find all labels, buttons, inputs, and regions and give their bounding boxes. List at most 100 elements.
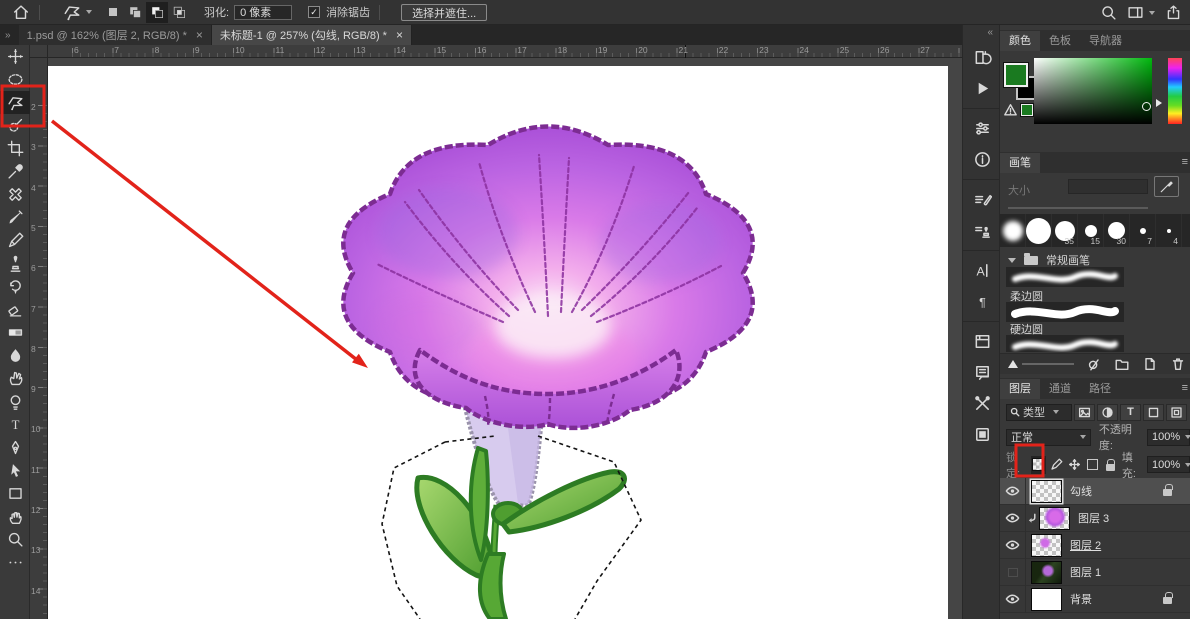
tab-layers[interactable]: 图层 bbox=[1000, 379, 1040, 399]
lasso-tool[interactable] bbox=[0, 91, 30, 114]
tab-paths[interactable]: 路径 bbox=[1080, 379, 1120, 399]
collapse-panels-chevron[interactable]: « bbox=[963, 25, 999, 42]
blend-mode-select[interactable]: 正常 bbox=[1006, 429, 1091, 446]
dodge-tool[interactable] bbox=[0, 390, 30, 413]
brush-preset[interactable]: 7 bbox=[1130, 214, 1156, 247]
layer-row-background[interactable]: 背景 bbox=[1000, 586, 1190, 613]
add-to-selection-button[interactable] bbox=[124, 2, 146, 23]
filter-type-layers-icon[interactable]: T bbox=[1120, 404, 1141, 421]
new-folder-icon[interactable] bbox=[1114, 356, 1130, 372]
current-tool-lasso-icon[interactable] bbox=[63, 3, 92, 21]
home-icon[interactable] bbox=[12, 3, 30, 21]
visibility-toggle[interactable] bbox=[1000, 505, 1026, 532]
vertical-ruler[interactable]: 234567891011121314 bbox=[30, 45, 48, 619]
eyedropper-tool[interactable] bbox=[0, 160, 30, 183]
new-brush-icon[interactable] bbox=[1142, 356, 1158, 372]
layer-thumbnail[interactable] bbox=[1031, 561, 1062, 584]
fill-select[interactable]: 100% bbox=[1147, 456, 1190, 473]
close-icon[interactable]: × bbox=[196, 28, 203, 42]
share-icon[interactable] bbox=[1165, 4, 1182, 21]
clone-source-icon[interactable] bbox=[963, 215, 1001, 246]
layer-thumbnail[interactable] bbox=[1031, 534, 1062, 557]
select-and-mask-button[interactable]: 选择并遮住... bbox=[401, 4, 487, 21]
learn-icon[interactable] bbox=[963, 419, 1001, 450]
eraser-tool[interactable] bbox=[0, 298, 30, 321]
brush-preset[interactable]: 15 bbox=[1078, 214, 1104, 247]
horizontal-ruler[interactable]: 6789101112131415161718192021222324252627 bbox=[48, 45, 962, 58]
history-brush-tool[interactable] bbox=[0, 275, 30, 298]
move-tool[interactable] bbox=[0, 45, 30, 68]
opacity-select[interactable]: 100% bbox=[1147, 429, 1190, 446]
hand-tool[interactable] bbox=[0, 505, 30, 528]
color-field-cursor[interactable] bbox=[1142, 102, 1151, 111]
visibility-toggle[interactable] bbox=[1000, 586, 1026, 613]
filter-shape-layers-icon[interactable] bbox=[1143, 404, 1164, 421]
layer-name[interactable]: 背景 bbox=[1070, 591, 1092, 607]
history-icon[interactable] bbox=[963, 42, 1001, 73]
layer-thumbnail[interactable] bbox=[1031, 480, 1062, 503]
workspace-switcher[interactable] bbox=[1127, 4, 1155, 21]
feather-input[interactable]: 0 像素 bbox=[234, 5, 292, 20]
gradient-tool[interactable] bbox=[0, 321, 30, 344]
intersect-selection-button[interactable] bbox=[168, 2, 190, 23]
panel-menu-icon[interactable]: ≡ bbox=[1182, 382, 1187, 394]
layer-name[interactable]: 图层 3 bbox=[1078, 510, 1109, 526]
size-slider-track[interactable] bbox=[1022, 363, 1074, 365]
visibility-toggle[interactable] bbox=[1000, 532, 1026, 559]
lock-transparent-pixels-button[interactable] bbox=[1031, 456, 1046, 474]
filter-pixel-layers-icon[interactable] bbox=[1074, 404, 1095, 421]
gamut-warning-icon[interactable] bbox=[1003, 103, 1018, 117]
delete-icon[interactable] bbox=[1170, 356, 1186, 372]
brush-size-input[interactable] bbox=[1068, 179, 1148, 194]
visibility-toggle-off[interactable] bbox=[1000, 559, 1026, 586]
brush-stroke-preview-button[interactable] bbox=[1154, 176, 1179, 197]
filter-smart-objects-icon[interactable] bbox=[1166, 404, 1187, 421]
brush-preset[interactable]: 35 bbox=[1052, 214, 1078, 247]
search-icon[interactable] bbox=[1100, 4, 1117, 21]
tab-channels[interactable]: 通道 bbox=[1040, 379, 1080, 399]
layer-row-layer2[interactable]: 图层 2 bbox=[1000, 532, 1190, 559]
antialias-checkbox[interactable]: ✓ bbox=[308, 6, 320, 18]
notes-icon[interactable] bbox=[963, 357, 1001, 388]
actions-icon[interactable] bbox=[963, 73, 1001, 104]
pen-tool[interactable] bbox=[0, 436, 30, 459]
subtract-from-selection-button[interactable] bbox=[146, 2, 168, 23]
pencil-tool[interactable] bbox=[0, 229, 30, 252]
properties-icon[interactable] bbox=[963, 113, 1001, 144]
brush-item-soft-round[interactable] bbox=[1006, 267, 1124, 287]
brush-item-hard-round[interactable] bbox=[1006, 302, 1124, 322]
close-icon[interactable]: × bbox=[396, 28, 403, 42]
layer-row-layer1[interactable]: 图层 1 bbox=[1000, 559, 1190, 586]
path-selection-tool[interactable] bbox=[0, 459, 30, 482]
layer-thumbnail[interactable] bbox=[1039, 507, 1070, 530]
paragraph-icon[interactable]: ¶ bbox=[963, 286, 1001, 317]
document-tab-1psd[interactable]: 1.psd @ 162% (图层 2, RGB/8) * × bbox=[19, 25, 212, 45]
hue-slider[interactable] bbox=[1168, 58, 1182, 124]
layer-row-layer3[interactable]: 图层 3 bbox=[1000, 505, 1190, 532]
filter-adjustment-layers-icon[interactable] bbox=[1097, 404, 1118, 421]
new-selection-button[interactable] bbox=[102, 2, 124, 23]
blur-tool[interactable] bbox=[0, 344, 30, 367]
toggle-stroke-preview-icon[interactable] bbox=[1086, 356, 1102, 372]
quick-selection-tool[interactable] bbox=[0, 114, 30, 137]
zoom-tool[interactable] bbox=[0, 528, 30, 551]
visibility-toggle[interactable] bbox=[1000, 478, 1026, 505]
brush-preset[interactable]: 30 bbox=[1104, 214, 1130, 247]
brush-size-slider[interactable] bbox=[1008, 207, 1148, 209]
lock-image-pixels-button[interactable] bbox=[1049, 456, 1064, 474]
marquee-tool[interactable] bbox=[0, 68, 30, 91]
rectangle-tool[interactable] bbox=[0, 482, 30, 505]
panel-foreground-swatch[interactable] bbox=[1004, 63, 1028, 87]
edit-toolbar[interactable] bbox=[0, 551, 30, 574]
tab-overflow-chevron[interactable]: » bbox=[5, 30, 11, 41]
tab-color[interactable]: 颜色 bbox=[1000, 31, 1040, 51]
document-tab-untitled1[interactable]: 未标题-1 @ 257% (勾线, RGB/8) * × bbox=[212, 25, 412, 45]
layer-name[interactable]: 图层 2 bbox=[1070, 537, 1101, 553]
lock-position-button[interactable] bbox=[1067, 456, 1082, 474]
brush-preset[interactable] bbox=[1026, 214, 1052, 247]
brush-tool[interactable] bbox=[0, 206, 30, 229]
clone-stamp-tool[interactable] bbox=[0, 252, 30, 275]
lock-all-button[interactable] bbox=[1103, 456, 1118, 474]
character-icon[interactable]: A bbox=[963, 255, 1001, 286]
color-field[interactable] bbox=[1034, 58, 1152, 124]
